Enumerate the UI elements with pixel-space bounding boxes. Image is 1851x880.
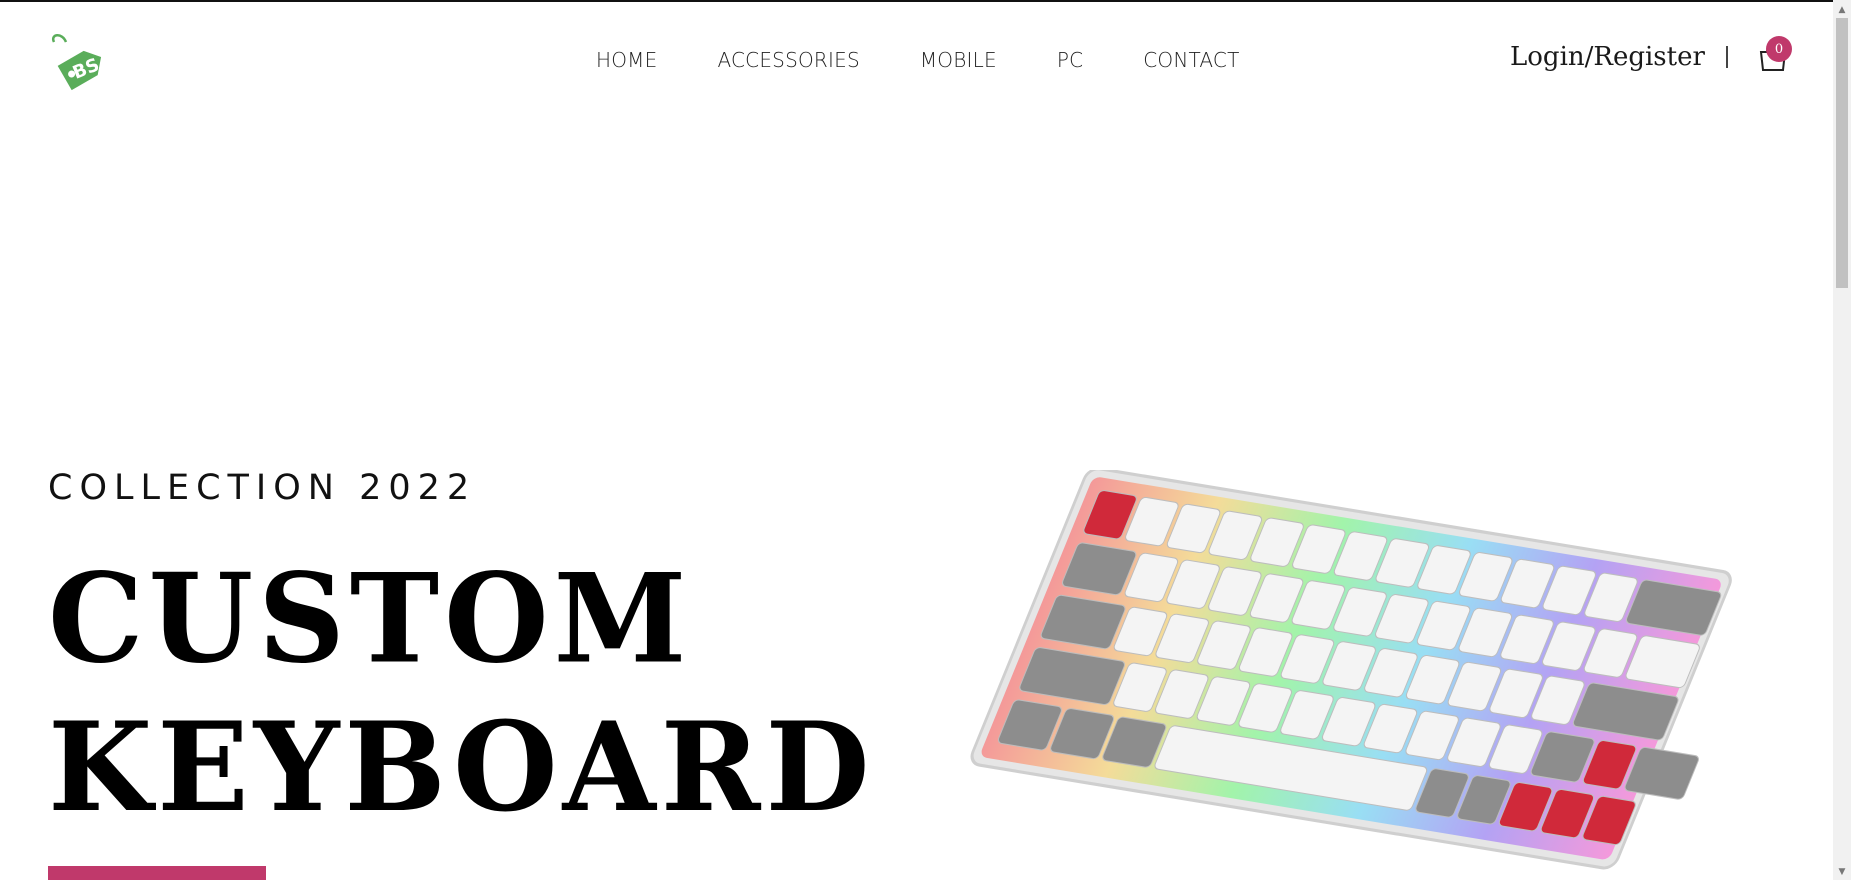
site-logo-icon[interactable]: BS <box>48 32 116 96</box>
hero-title: CUSTOM KEYBOARD <box>48 545 875 843</box>
keyboard-product-image <box>945 467 1785 880</box>
main-nav: HOME ACCESSORIES MOBILE PC CONTACT <box>596 48 1240 72</box>
nav-contact[interactable]: CONTACT <box>1143 48 1239 72</box>
page-scrollbar[interactable]: ▲ ▼ <box>1833 0 1851 880</box>
scroll-up-arrow-icon[interactable]: ▲ <box>1833 2 1851 18</box>
hero-eyebrow: COLLECTION 2022 <box>48 468 477 508</box>
nav-pc[interactable]: PC <box>1057 48 1083 72</box>
nav-accessories[interactable]: ACCESSORIES <box>717 48 859 72</box>
scrollbar-thumb[interactable] <box>1836 18 1848 288</box>
cart-count-badge: 0 <box>1766 36 1792 62</box>
hero-accent-bar <box>48 866 266 880</box>
hero-title-line-2: KEYBOARD <box>48 695 875 840</box>
login-register-link[interactable]: Login/Register <box>1510 42 1705 72</box>
nav-home[interactable]: HOME <box>596 48 657 72</box>
window-top-border <box>0 0 1851 2</box>
scroll-down-arrow-icon[interactable]: ▼ <box>1833 864 1851 880</box>
nav-mobile[interactable]: MOBILE <box>920 48 997 72</box>
header-divider <box>1726 46 1728 68</box>
hero-title-line-1: CUSTOM <box>48 547 692 691</box>
